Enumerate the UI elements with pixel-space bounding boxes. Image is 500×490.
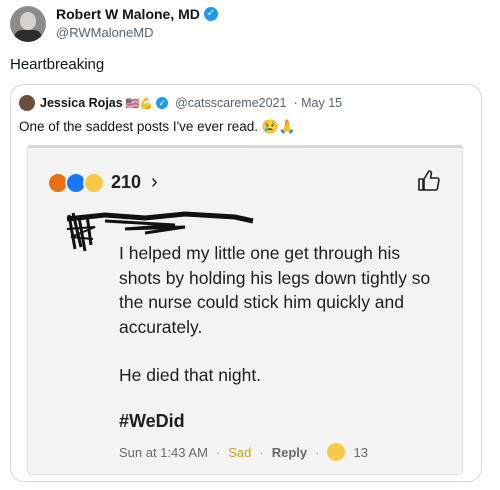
- verified-badge-icon: ✓: [156, 97, 169, 109]
- comment-timestamp: Sun at 1:43 AM: [119, 444, 208, 460]
- sad-reaction-icon: [83, 171, 105, 194]
- author-name-row: Robert W Malone, MD ✓: [56, 6, 218, 22]
- reaction-count: 210: [111, 172, 142, 192]
- post-paragraph-2: He died that night.: [119, 365, 262, 385]
- sad-reaction-label: Sad: [228, 444, 252, 460]
- quoted-tweet[interactable]: Jessica Rojas 🇺🇸💪 ✓ @catsscareme2021 · M…: [10, 84, 482, 482]
- quote-author-handle[interactable]: @catsscareme2021: [175, 96, 286, 110]
- post-paragraph-1: I helped my little one get through his s…: [119, 243, 431, 337]
- sad-reaction-icon: [327, 443, 346, 461]
- quote-author-emojis: 🇺🇸💪: [125, 97, 154, 110]
- quote-author-avatar[interactable]: [19, 95, 35, 111]
- author-name[interactable]: Robert W Malone, MD: [56, 6, 200, 22]
- avatar-head: [20, 12, 36, 30]
- avatar-body: [14, 30, 42, 42]
- facebook-post-screenshot[interactable]: 210 › I helped my little one get through…: [27, 145, 463, 475]
- author-handle[interactable]: @RWMaloneMD: [56, 25, 153, 40]
- image-top-border: [27, 145, 463, 148]
- chevron-right-icon: ›: [151, 171, 158, 193]
- verified-badge-icon: ✓: [203, 7, 218, 21]
- comment-footer: Sun at 1:43 AM · Sad · Reply · 13: [119, 443, 368, 461]
- quote-text: One of the saddest posts I've ever read.…: [19, 119, 296, 134]
- quote-header: Jessica Rojas 🇺🇸💪 ✓ @catsscareme2021 · M…: [19, 95, 342, 111]
- author-avatar[interactable]: [10, 6, 46, 42]
- post-hashtag: #WeDid: [119, 411, 185, 431]
- reply-label: Reply: [271, 444, 308, 460]
- quote-date[interactable]: · May 15: [293, 96, 342, 110]
- tweet-text: Heartbreaking: [10, 56, 105, 73]
- thumbs-up-icon: [418, 170, 440, 191]
- quote-author-name[interactable]: Jessica Rojas: [40, 96, 123, 110]
- reaction-summary: 210 ›: [47, 171, 158, 194]
- separator-dot: ·: [315, 444, 320, 460]
- separator-dot: ·: [215, 444, 221, 460]
- post-body: I helped my little one get through his s…: [119, 241, 439, 412]
- separator-dot: ·: [259, 444, 264, 460]
- comment-reaction-count: 13: [353, 444, 368, 460]
